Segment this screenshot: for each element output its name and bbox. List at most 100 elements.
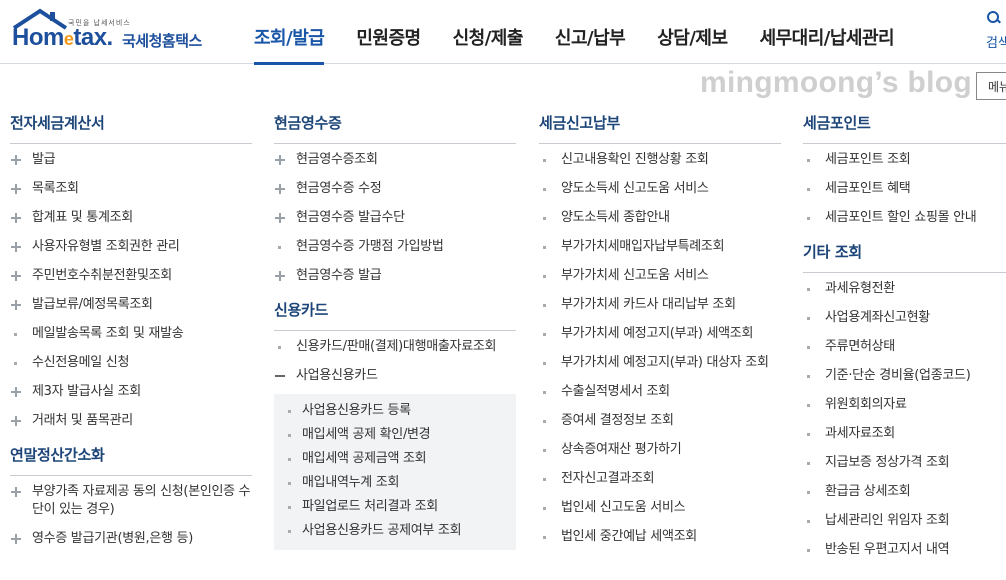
menu-item-label: 현금영수증 발급수단 (296, 210, 405, 225)
submenu-item[interactable]: 매입세액 공제금액 조회 (274, 450, 516, 468)
menu-item-label: 현금영수증 발급 (296, 268, 382, 283)
search-button[interactable]: 검색 (986, 10, 1006, 51)
submenu-item[interactable]: 매입내역누계 조회 (274, 474, 516, 492)
menu-item[interactable]: 부가가치세 예정고지(부과) 대상자 조회 (539, 354, 781, 372)
menu-item[interactable]: 현금영수증조회 (274, 151, 516, 169)
submenu-item-label: 사업용신용카드 등록 (302, 403, 411, 418)
menu-item[interactable]: 수신전용메일 신청 (10, 354, 252, 372)
bullet-icon (539, 296, 551, 314)
plus-icon (10, 383, 22, 401)
menu-item-label: 법인세 중간예납 세액조회 (561, 529, 697, 544)
menu-item[interactable]: 제3자 발급사실 조회 (10, 383, 252, 401)
menu-item[interactable]: 영수증 발급기관(병원,은행 등) (10, 530, 252, 548)
menu-item[interactable]: 증여세 결정정보 조회 (539, 412, 781, 430)
menu-item[interactable]: 신용카드/판매(결제)대행매출자료조회 (274, 338, 516, 356)
bullet-icon (286, 450, 294, 468)
menu-item-label: 합계표 및 통계조회 (32, 210, 133, 225)
menu-item[interactable]: 전자신고결과조회 (539, 470, 781, 488)
menu-item[interactable]: 양도소득세 종합안내 (539, 209, 781, 227)
bullet-icon (274, 338, 286, 356)
menu-item-label: 신고내용확인 진행상황 조회 (561, 152, 709, 167)
menu-item[interactable]: 사용자유형별 조회권한 관리 (10, 238, 252, 256)
menu-item-label: 지급보증 정상가격 조회 (825, 455, 950, 470)
nav-civil-certificate[interactable]: 민원증명 (356, 24, 421, 62)
menu-item[interactable]: 환급금 상세조회 (803, 483, 1006, 501)
menu-item[interactable]: 부가가치세매입자납부특례조회 (539, 238, 781, 256)
submenu-item[interactable]: 사업용신용카드 공제여부 조회 (274, 522, 516, 540)
section-title-tax-point: 세금포인트 (803, 112, 1006, 144)
menu-item[interactable]: 세금포인트 조회 (803, 151, 1006, 169)
menu-item[interactable]: 주류면허상태 (803, 338, 1006, 356)
menu-item[interactable]: 메일발송목록 조회 및 재발송 (10, 325, 252, 343)
submenu-item-label: 매입내역누계 조회 (302, 475, 400, 490)
menu-item-label: 주민번호수취분전환및조회 (32, 268, 172, 283)
menu-item[interactable]: 현금영수증 수정 (274, 180, 516, 198)
menu-item[interactable]: 사업용계좌신고현황 (803, 309, 1006, 327)
menu-item[interactable]: 거래처 및 품목관리 (10, 412, 252, 430)
nav-apply-submit[interactable]: 신청/제출 (453, 24, 524, 62)
menu-item[interactable]: 현금영수증 발급 (274, 267, 516, 285)
menu-item[interactable]: 신고내용확인 진행상황 조회 (539, 151, 781, 169)
menu-item-label: 환급금 상세조회 (825, 484, 911, 499)
menu-item[interactable]: 부가가치세 카드사 대리납부 조회 (539, 296, 781, 314)
menu-item[interactable]: 목록조회 (10, 180, 252, 198)
nav-report-pay[interactable]: 신고/납부 (555, 24, 626, 62)
menu-item[interactable]: 사업용신용카드 (274, 367, 516, 385)
menu-item[interactable]: 현금영수증 발급수단 (274, 209, 516, 227)
submenu-item-label: 사업용신용카드 공제여부 조회 (302, 523, 462, 538)
submenu-item[interactable]: 파일업로드 처리결과 조회 (274, 498, 516, 516)
menu-item[interactable]: 반송된 우편고지서 내역 (803, 541, 1006, 559)
bullet-icon (803, 151, 815, 169)
nav-inquiry-issue[interactable]: 조회/발급 (254, 24, 325, 65)
bullet-icon (803, 338, 815, 356)
menu-item[interactable]: 발급 (10, 151, 252, 169)
menu-item[interactable]: 주민번호수취분전환및조회 (10, 267, 252, 285)
menu-item-label: 위원회회의자료 (825, 397, 907, 412)
submenu-item[interactable]: 사업용신용카드 등록 (274, 402, 516, 420)
menu-item[interactable]: 세금포인트 할인 쇼핑몰 안내 (803, 209, 1006, 227)
menu-item[interactable]: 부가가치세 신고도움 서비스 (539, 267, 781, 285)
menu-item[interactable]: 상속증여재산 평가하기 (539, 441, 781, 459)
menu-item[interactable]: 양도소득세 신고도움 서비스 (539, 180, 781, 198)
bullet-icon (803, 396, 815, 414)
menu-item-label: 증여세 결정정보 조회 (561, 413, 674, 428)
menu-item-label: 발급 (32, 152, 56, 167)
menu-item-label: 거래처 및 품목관리 (32, 413, 133, 428)
menu-item[interactable]: 지급보증 정상가격 조회 (803, 454, 1006, 472)
menu-button[interactable]: 메뉴 (976, 72, 1006, 100)
menu-item[interactable]: 세금포인트 혜택 (803, 180, 1006, 198)
menu-item[interactable]: 과세자료조회 (803, 425, 1006, 443)
bullet-icon (803, 180, 815, 198)
menu-item[interactable]: 부가가치세 예정고지(부과) 세액조회 (539, 325, 781, 343)
blog-watermark: mingmoong’s blog (700, 66, 972, 99)
menu-item[interactable]: 납세관리인 위임자 조회 (803, 512, 1006, 530)
plus-icon (10, 209, 22, 227)
hometax-logo[interactable]: 국민을 납세서비스 Hometax. 국세청홈택스 (8, 8, 218, 58)
menu-item[interactable]: 법인세 중간예납 세액조회 (539, 528, 781, 546)
menu-item[interactable]: 법인세 신고도움 서비스 (539, 499, 781, 517)
menu-item[interactable]: 합계표 및 통계조회 (10, 209, 252, 227)
menu-item[interactable]: 위원회회의자료 (803, 396, 1006, 414)
bullet-icon (539, 180, 551, 198)
nav-tax-agent[interactable]: 세무대리/납세관리 (760, 24, 895, 62)
plus-icon (10, 412, 22, 430)
menu-item-label: 수신전용메일 신청 (32, 355, 130, 370)
section-title-year-end: 연말정산간소화 (10, 444, 252, 476)
nav-consult-report[interactable]: 상담/제보 (657, 24, 728, 62)
menu-item[interactable]: 부양가족 자료제공 동의 신청(본인인증 수단이 있는 경우) (10, 483, 252, 519)
menu-item[interactable]: 과세유형전환 (803, 280, 1006, 298)
bullet-icon (803, 541, 815, 559)
menu-item-label: 부양가족 자료제공 동의 신청(본인인증 수단이 있는 경우) (32, 484, 251, 517)
logo-tax-text: tax. (73, 24, 113, 51)
submenu-item-label: 파일업로드 처리결과 조회 (302, 499, 438, 514)
menu-item[interactable]: 발급보류/예정목록조회 (10, 296, 252, 314)
bullet-icon (539, 238, 551, 256)
submenu-item[interactable]: 매입세액 공제 확인/변경 (274, 426, 516, 444)
menu-item-label: 전자신고결과조회 (561, 471, 655, 486)
bullet-icon (539, 325, 551, 343)
section-title-other-inquiry: 기타 조회 (803, 241, 1006, 273)
tax-point-list: 세금포인트 조회세금포인트 혜택세금포인트 할인 쇼핑몰 안내 (803, 144, 1006, 227)
menu-item[interactable]: 수출실적명세서 조회 (539, 383, 781, 401)
menu-item[interactable]: 현금영수증 가맹점 가입방법 (274, 238, 516, 256)
menu-item[interactable]: 기준·단순 경비율(업종코드) (803, 367, 1006, 385)
